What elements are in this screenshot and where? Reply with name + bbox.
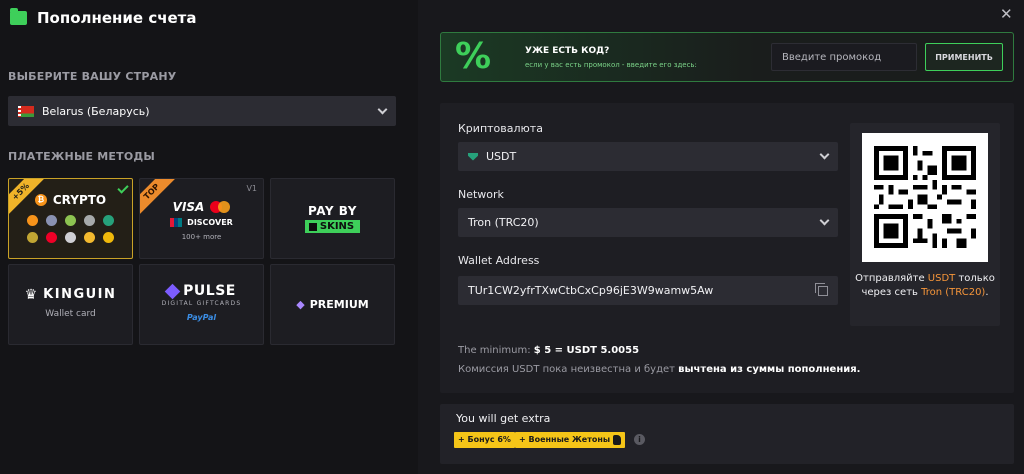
- bitcoin-cash-coin-icon: [65, 214, 76, 226]
- wallet-label: Wallet Address: [458, 254, 540, 267]
- minimum-line: The minimum: $ 5 = USDT 5.0055: [458, 345, 639, 356]
- bonus-text: + Бонус 6%: [458, 435, 511, 444]
- tron-coin-icon: [46, 231, 57, 243]
- kinguin-sub: Wallet card: [45, 308, 96, 319]
- fee-text: Комиссия USDT пока неизвестна и будет: [458, 364, 679, 375]
- coin-icons: [27, 214, 114, 243]
- method-cards[interactable]: TOP V1 VISA DISCOVER 100+ more: [139, 178, 264, 259]
- chevron-down-icon: [819, 149, 830, 160]
- network-select[interactable]: Tron (TRC20): [458, 208, 838, 237]
- qr-caption: Отправляйте USDT только через сеть Tron …: [852, 272, 998, 300]
- qr-caption-text: .: [985, 287, 989, 298]
- qr-code: [874, 146, 976, 248]
- xrp-coin-icon: [65, 231, 76, 243]
- apply-button[interactable]: ПРИМЕНИТЬ: [925, 43, 1003, 71]
- network-label: Network: [458, 188, 504, 201]
- crypto-name: CRYPTO: [52, 192, 107, 207]
- bitcoin-coin-icon: [27, 214, 38, 226]
- mastercard-icon: [210, 201, 231, 213]
- page-title: Пополнение счета: [37, 9, 197, 27]
- paypal-logo: PayPal: [186, 313, 217, 322]
- close-icon[interactable]: ✕: [1000, 5, 1013, 23]
- bonus-badge: + Бонус 6%: [454, 432, 515, 448]
- skins-text: SKINS: [319, 221, 355, 232]
- tether-coin-icon: [103, 214, 114, 226]
- premium-label: PREMIUM: [309, 298, 369, 311]
- wallet-address-field[interactable]: TUr1CW2yfrTXwCtbCxCp96jE3W9wamw5Aw: [458, 276, 838, 305]
- skins-icon: [308, 222, 317, 231]
- payment-methods-grid: +5% ₿ CRYPTO TOP V1 VISA DISCOVER 100+ m…: [8, 178, 396, 345]
- busd-coin-icon: [103, 231, 114, 243]
- method-premium[interactable]: ◆ PREMIUM: [270, 264, 395, 345]
- visa-logo: VISA: [172, 200, 205, 214]
- crown-icon: ♛: [24, 286, 38, 303]
- minimum-label: The minimum:: [458, 345, 534, 356]
- qr-caption-text: Отправляйте: [855, 273, 928, 284]
- header: Пополнение счета: [10, 8, 197, 27]
- percent-icon: %: [455, 36, 492, 77]
- usdt-icon: [468, 152, 478, 161]
- chevron-down-icon: [819, 215, 830, 226]
- copy-icon[interactable]: [815, 282, 828, 296]
- method-pay-by-skins[interactable]: PAY BY SKINS: [270, 178, 395, 259]
- unionpay-icon: [170, 218, 183, 227]
- payby-text: PAY BY: [308, 204, 357, 218]
- method-pulse[interactable]: PULSE DIGITAL GIFTCARDS PayPal: [139, 264, 264, 345]
- check-icon: [117, 182, 129, 194]
- info-icon[interactable]: i: [634, 434, 645, 445]
- wallet-address: TUr1CW2yfrTXwCtbCxCp96jE3W9wamw5Aw: [468, 284, 714, 297]
- method-crypto[interactable]: +5% ₿ CRYPTO: [8, 178, 133, 259]
- promo-title: УЖЕ ЕСТЬ КОД?: [525, 46, 610, 56]
- flag-belarus-icon: [18, 105, 34, 117]
- fee-line: Комиссия USDT пока неизвестна и будет вы…: [458, 364, 860, 375]
- method-kinguin[interactable]: ♛ KINGUIN Wallet card: [8, 264, 133, 345]
- promo-code-input[interactable]: [771, 43, 917, 71]
- tokens-badge: + Военные Жетоны: [515, 432, 626, 448]
- left-panel: Пополнение счета ВЫБЕРИТЕ ВАШУ СТРАНУ Be…: [0, 0, 418, 474]
- chevron-down-icon: [377, 104, 388, 114]
- skins-label: SKINS: [304, 220, 361, 233]
- extra-title: You will get extra: [456, 412, 551, 425]
- qr-caption-coin: USDT: [927, 273, 956, 284]
- promo-subtitle: если у вас есть промокол - введите его з…: [525, 61, 697, 69]
- minimum-value: $ 5 = USDT 5.0055: [533, 345, 640, 356]
- version-label: V1: [246, 184, 257, 193]
- pulse-logo: PULSE: [183, 283, 236, 299]
- token-icon: [613, 435, 622, 445]
- kinguin-logo: KINGUIN: [43, 287, 117, 302]
- pulse-sub: DIGITAL GIFTCARDS: [161, 300, 242, 307]
- ethereum-coin-icon: [46, 214, 57, 226]
- promo-banner: % УЖЕ ЕСТЬ КОД? если у вас есть промокол…: [440, 32, 1014, 82]
- country-value: Belarus (Беларусь): [42, 104, 150, 118]
- fee-bold: вычтена из суммы пополнения.: [678, 364, 861, 375]
- bnb-coin-icon: [84, 231, 95, 243]
- country-select[interactable]: Belarus (Беларусь): [8, 96, 396, 126]
- currency-select[interactable]: USDT: [458, 142, 838, 171]
- folder-icon: [10, 8, 27, 25]
- payment-methods-label: ПЛАТЕЖНЫЕ МЕТОДЫ: [8, 150, 155, 163]
- network-value: Tron (TRC20): [468, 216, 539, 229]
- country-label: ВЫБЕРИТЕ ВАШУ СТРАНУ: [8, 70, 177, 83]
- currency-label: Криптовалюта: [458, 122, 543, 135]
- tokens-text: + Военные Жетоны: [519, 435, 611, 444]
- currency-value: USDT: [486, 150, 517, 163]
- discover-logo: DISCOVER: [187, 218, 233, 227]
- bitcoin-icon: ₿: [34, 193, 47, 206]
- gem-icon: ◆: [296, 298, 305, 311]
- pulse-icon: [164, 283, 181, 299]
- qr-caption-network: Tron (TRC20): [921, 287, 986, 298]
- litecoin-coin-icon: [84, 214, 95, 226]
- more-methods-text: 100+ more: [181, 233, 222, 241]
- dogecoin-coin-icon: [27, 231, 38, 243]
